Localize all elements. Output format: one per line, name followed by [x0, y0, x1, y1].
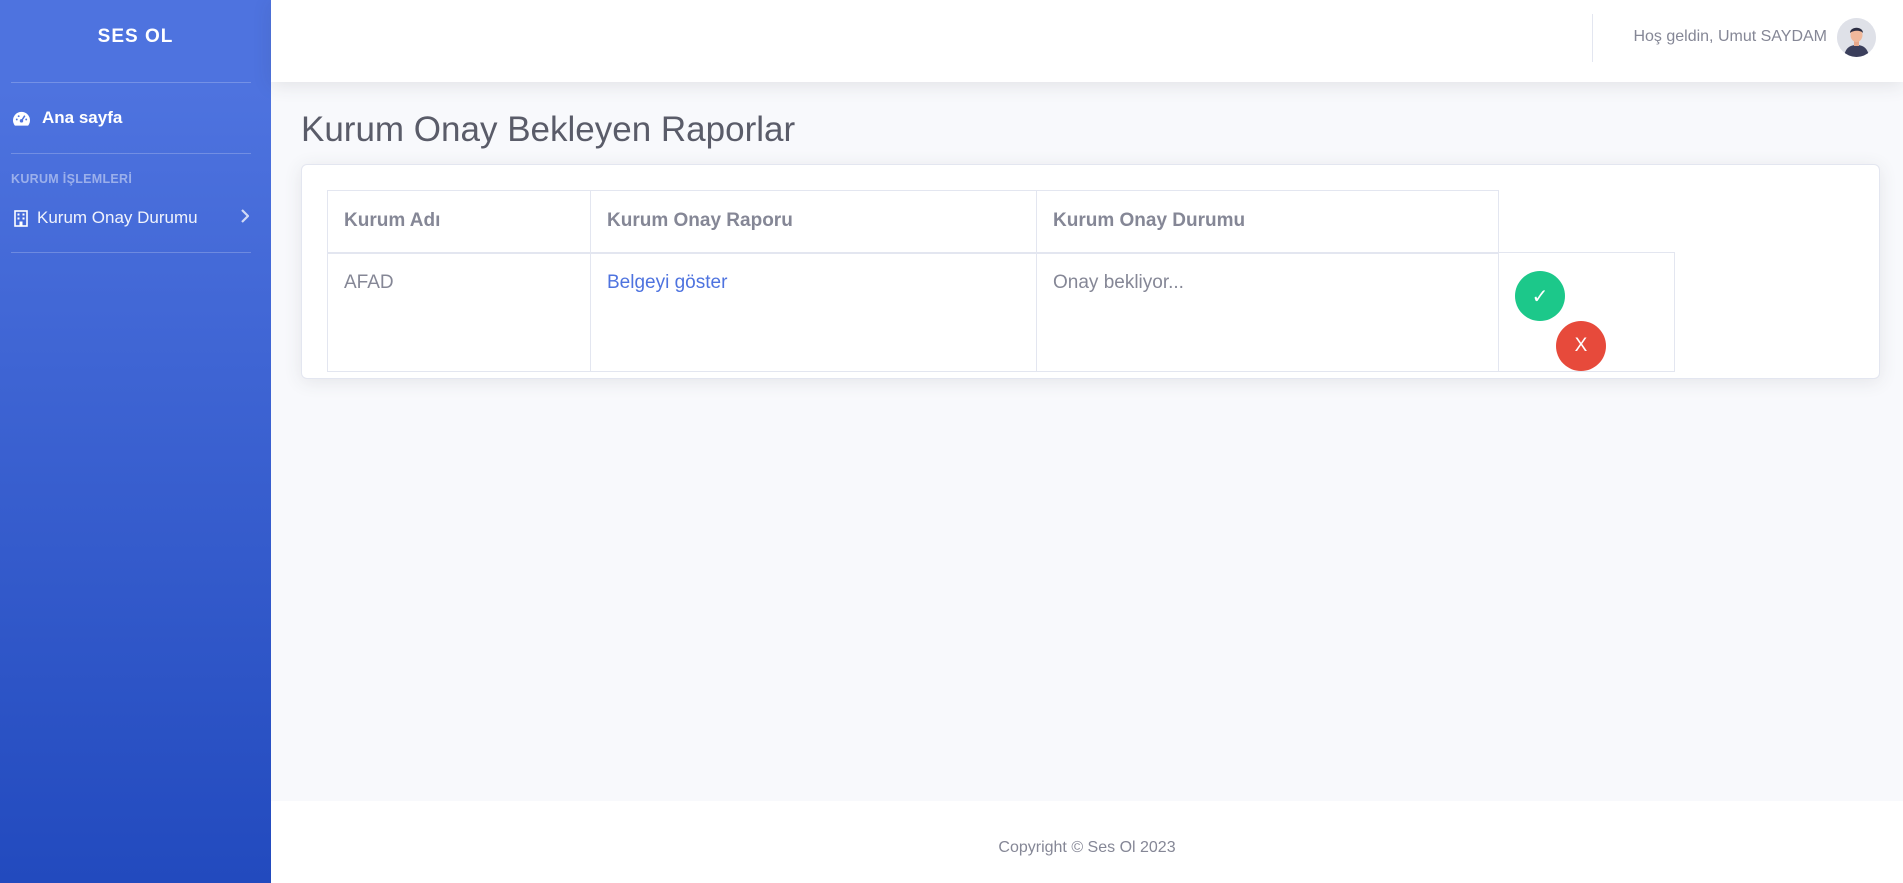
sidebar-item-label: Kurum Onay Durumu [37, 208, 198, 227]
page-title: Kurum Onay Bekleyen Raporlar [301, 110, 796, 149]
show-document-link[interactable]: Belgeyi göster [607, 272, 727, 293]
cell-kurum-onay-raporu: Belgeyi göster [590, 252, 1037, 372]
column-header-kurum-adi: Kurum Adı [327, 190, 591, 254]
cell-actions: ✓ X [1498, 252, 1675, 372]
reports-table: Kurum Adı Kurum Onay Raporu Kurum Onay D… [327, 190, 1675, 372]
table-row: AFAD Belgeyi göster Onay bekliyor... ✓ X [327, 252, 1675, 372]
sidebar: SES OL Ana sayfa KURUM İŞLEMLERİ Kurum O… [0, 0, 271, 883]
sidebar-divider [11, 252, 251, 253]
reject-button[interactable]: X [1556, 321, 1606, 371]
cell-kurum-onay-durumu: Onay bekliyor... [1036, 252, 1499, 372]
building-icon [11, 208, 31, 228]
topbar: Hoş geldin, Umut SAYDAM [271, 0, 1903, 82]
column-header-kurum-onay-durumu: Kurum Onay Durumu [1036, 190, 1499, 254]
column-header-kurum-onay-raporu: Kurum Onay Raporu [590, 190, 1037, 254]
tachometer-icon [11, 108, 31, 128]
approve-button[interactable]: ✓ [1515, 271, 1565, 321]
column-header-actions [1499, 191, 1675, 253]
chevron-right-icon [240, 208, 250, 228]
sidebar-item-ana-sayfa[interactable]: Ana sayfa [0, 91, 271, 145]
sidebar-divider [11, 82, 251, 83]
table-header-row: Kurum Adı Kurum Onay Raporu Kurum Onay D… [327, 190, 1675, 254]
footer: Copyright © Ses Ol 2023 [271, 801, 1903, 883]
user-welcome-text[interactable]: Hoş geldin, Umut SAYDAM [1633, 28, 1827, 46]
brand-logo[interactable]: SES OL [0, 0, 271, 74]
sidebar-section-heading: KURUM İŞLEMLERİ [11, 172, 133, 186]
sidebar-divider [11, 153, 251, 154]
user-avatar-icon[interactable] [1837, 18, 1876, 57]
sidebar-item-label: Ana sayfa [42, 108, 123, 127]
topbar-divider [1592, 14, 1593, 62]
sidebar-item-kurum-onay-durumu[interactable]: Kurum Onay Durumu [0, 194, 271, 242]
reports-card: Kurum Adı Kurum Onay Raporu Kurum Onay D… [301, 164, 1880, 379]
copyright-text: Copyright © Ses Ol 2023 [998, 839, 1176, 856]
cell-kurum-adi: AFAD [327, 252, 591, 372]
